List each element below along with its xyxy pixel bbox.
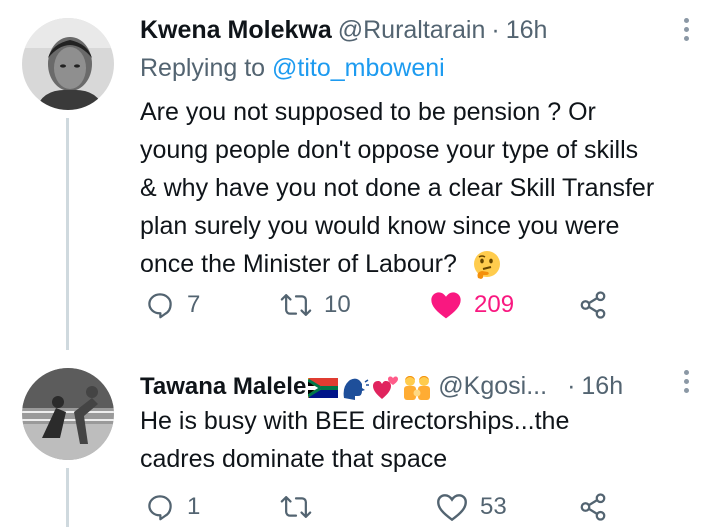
text-line: once the Minister of Labour? [140, 250, 457, 278]
retweet-icon [280, 496, 312, 518]
south-africa-flag-icon [308, 378, 339, 398]
action-bar: 7 10 209 [140, 287, 620, 323]
replying-mention-link[interactable]: @tito_mboweni [272, 54, 445, 82]
avatar[interactable] [22, 368, 114, 460]
family-icon [404, 376, 431, 400]
reply-icon [148, 495, 172, 521]
timestamp[interactable]: 16h [506, 16, 548, 45]
more-options-icon[interactable] [684, 18, 690, 45]
tweet-text: He is busy with BEE directorships...the … [140, 402, 569, 478]
avatar-image [22, 18, 114, 110]
thinking-face-emoji-icon [473, 251, 500, 280]
tweet-header: Kwena Molekwa @Ruraltarain · 16h [140, 16, 547, 45]
retweet-button[interactable]: 10 [280, 287, 351, 323]
more-options-icon[interactable] [684, 370, 690, 397]
reply-button[interactable]: 1 [145, 489, 200, 525]
handle[interactable]: @Kgosi... [438, 372, 547, 401]
like-button[interactable]: 209 [430, 287, 514, 323]
reply-button[interactable]: 7 [145, 287, 200, 323]
handle[interactable]: @Ruraltarain [338, 16, 486, 45]
share-button[interactable] [578, 287, 608, 323]
retweet-button[interactable] [280, 489, 324, 525]
speaking-head-icon [343, 378, 370, 400]
replying-to: Replying to @tito_mboweni [140, 54, 445, 83]
share-icon [580, 291, 606, 319]
name-emojis [308, 374, 432, 402]
heart-filled-icon [431, 292, 461, 319]
text-line: Are you not supposed to be pension ? Or [140, 98, 596, 126]
avatar[interactable] [22, 18, 114, 110]
action-bar: 1 53 [140, 489, 620, 525]
reply-count: 7 [187, 291, 201, 318]
reply-icon [148, 293, 172, 319]
display-name[interactable]: Tawana Malele [140, 373, 306, 401]
share-icon [580, 493, 606, 521]
tweet-text: Are you not supposed to be pension ? Or … [140, 93, 654, 283]
avatar-image [22, 368, 114, 460]
two-hearts-icon [373, 376, 399, 399]
reply-tweet[interactable]: Tawana Malele @Kgosi... · 16h He is busy… [0, 350, 720, 527]
retweet-count: 10 [324, 291, 351, 318]
text-line: & why have you not done a clear Skill Tr… [140, 174, 655, 202]
replying-prefix: Replying to [140, 54, 266, 82]
tweet-header: Tawana Malele @Kgosi... · 16h [140, 370, 623, 401]
reply-count: 1 [187, 493, 201, 520]
like-count: 209 [474, 291, 515, 318]
retweet-icon [280, 294, 312, 316]
thread-line [66, 468, 69, 527]
like-count: 53 [480, 493, 507, 520]
like-button[interactable]: 53 [436, 489, 507, 525]
thread-line [66, 118, 69, 350]
timestamp[interactable]: 16h [581, 372, 623, 401]
text-line-last: once the Minister of Labour? [140, 245, 654, 283]
separator: · [567, 372, 576, 400]
text-line: young people don't oppose your type of s… [140, 136, 639, 164]
text-line: He is busy with BEE directorships...the [140, 407, 570, 435]
display-name[interactable]: Kwena Molekwa [140, 16, 332, 45]
reply-tweet[interactable]: Kwena Molekwa @Ruraltarain · 16h Replyin… [0, 0, 720, 350]
text-line: plan surely you would know since you wer… [140, 212, 620, 240]
text-line: cadres dominate that space [140, 445, 448, 473]
heart-outline-icon [437, 494, 467, 522]
share-button[interactable] [578, 489, 608, 525]
separator: · [491, 16, 500, 44]
